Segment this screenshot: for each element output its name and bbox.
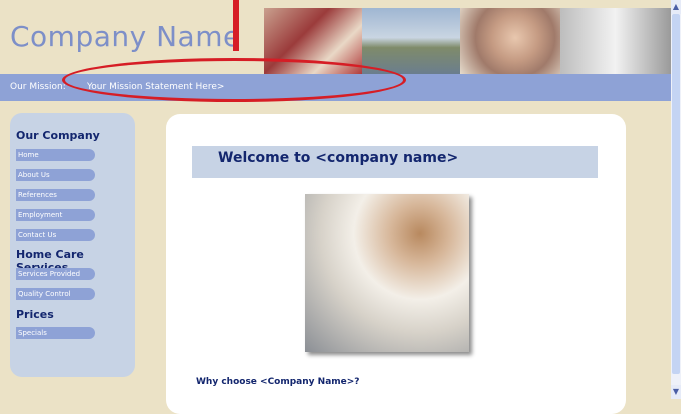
company-logo[interactable]: Company Name	[10, 20, 241, 53]
header-photo-river	[362, 8, 460, 74]
annotation-ellipse	[62, 58, 406, 102]
main-photo-caregiver-serving-meal	[305, 194, 469, 352]
nav-services-provided[interactable]: Services Provided	[16, 268, 95, 280]
sidebar-heading-prices: Prices	[16, 308, 54, 321]
nav-employment[interactable]: Employment	[16, 209, 95, 221]
vertical-scrollbar[interactable]: ▲ ▼	[671, 0, 681, 399]
nav-specials[interactable]: Specials	[16, 327, 95, 339]
nav-about-us[interactable]: About Us	[16, 169, 95, 181]
sidebar: Our Company Home About Us References Emp…	[10, 113, 135, 377]
scroll-up-icon[interactable]: ▲	[671, 0, 681, 14]
welcome-banner: Welcome to <company name>	[192, 146, 598, 178]
annotation-pointer	[233, 0, 239, 51]
scroll-down-icon[interactable]: ▼	[671, 385, 681, 399]
scroll-thumb[interactable]	[672, 14, 680, 374]
header-photo-hands	[560, 8, 671, 74]
header-photo-elder	[460, 8, 560, 74]
sidebar-heading-our-company: Our Company	[16, 129, 100, 142]
welcome-heading: Welcome to <company name>	[218, 150, 459, 166]
nav-quality-control[interactable]: Quality Control	[16, 288, 95, 300]
nav-references[interactable]: References	[16, 189, 95, 201]
nav-contact-us[interactable]: Contact Us	[16, 229, 95, 241]
main-content: Welcome to <company name> Why choose <Co…	[166, 114, 626, 414]
mission-label: Our Mission:	[10, 82, 66, 92]
why-choose-heading: Why choose <Company Name>?	[196, 377, 360, 387]
nav-home[interactable]: Home	[16, 149, 95, 161]
